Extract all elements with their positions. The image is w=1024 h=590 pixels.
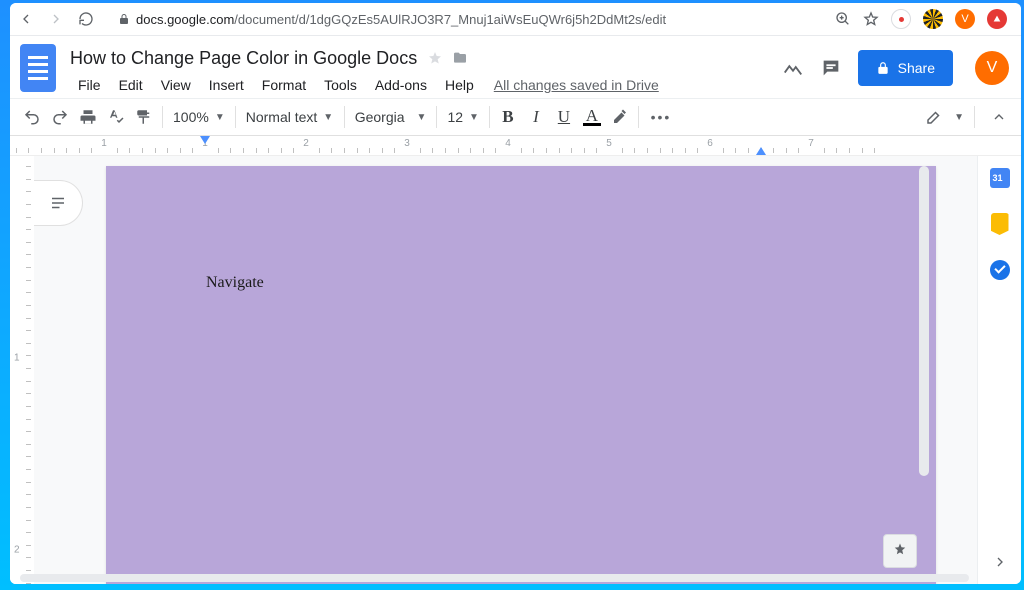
horizontal-scrollbar[interactable] <box>20 574 969 582</box>
italic-button[interactable]: I <box>522 103 550 131</box>
font-select[interactable]: Georgia▼ <box>349 103 433 131</box>
lock-icon <box>118 13 130 25</box>
menu-addons[interactable]: Add-ons <box>367 75 435 95</box>
comments-icon[interactable] <box>820 57 842 79</box>
underline-button[interactable]: U <box>550 103 578 131</box>
menu-help[interactable]: Help <box>437 75 482 95</box>
browser-toolbar: docs.google.com/document/d/1dgGQzEs5AUlR… <box>10 3 1021 36</box>
side-panel <box>977 156 1021 584</box>
address-bar[interactable]: docs.google.com/document/d/1dgGQzEs5AUlR… <box>108 12 827 27</box>
activity-icon[interactable] <box>782 57 804 79</box>
account-avatar[interactable]: V <box>975 51 1009 85</box>
zoom-select[interactable]: 100%▼ <box>167 103 231 131</box>
formatting-toolbar: 100%▼ Normal text▼ Georgia▼ 12▼ B I U A … <box>10 98 1021 136</box>
highlight-button[interactable] <box>606 103 634 131</box>
reload-button[interactable] <box>78 11 100 27</box>
print-button[interactable] <box>74 103 102 131</box>
docs-logo-icon[interactable] <box>20 44 56 92</box>
menu-format[interactable]: Format <box>254 75 314 95</box>
chevron-down-icon[interactable]: ▼ <box>954 112 964 123</box>
share-label: Share <box>898 60 935 76</box>
fontsize-select[interactable]: 12▼ <box>441 103 484 131</box>
chevron-right-icon[interactable] <box>992 554 1008 570</box>
horizontal-ruler[interactable]: 11234567 <box>10 136 1021 156</box>
lock-icon <box>876 61 890 75</box>
extension-icon-3[interactable] <box>987 9 1007 29</box>
calendar-icon[interactable] <box>988 166 1012 190</box>
outline-toggle[interactable] <box>34 180 83 226</box>
keep-icon[interactable] <box>988 212 1012 236</box>
docs-header: How to Change Page Color in Google Docs … <box>10 36 1021 98</box>
menu-tools[interactable]: Tools <box>316 75 365 95</box>
document-canvas: 12 Navigate <box>10 156 1021 584</box>
vertical-scrollbar[interactable] <box>919 166 929 476</box>
share-button[interactable]: Share <box>858 50 953 86</box>
extension-icon[interactable] <box>891 9 911 29</box>
collapse-toolbar-button[interactable] <box>985 103 1013 131</box>
more-button[interactable]: ••• <box>643 103 679 131</box>
chevron-down-icon: ▼ <box>469 112 479 123</box>
editing-mode-button[interactable] <box>920 103 948 131</box>
style-select[interactable]: Normal text▼ <box>240 103 340 131</box>
extension-icon-2[interactable] <box>923 9 943 29</box>
profile-chip[interactable]: V <box>955 9 975 29</box>
document-page[interactable]: Navigate <box>106 166 936 584</box>
tasks-icon[interactable] <box>988 258 1012 282</box>
chevron-down-icon: ▼ <box>215 112 225 123</box>
star-document-icon[interactable] <box>427 50 443 66</box>
browser-actions: V <box>835 9 1013 29</box>
paint-format-button[interactable] <box>130 103 158 131</box>
bold-button[interactable]: B <box>494 103 522 131</box>
menu-view[interactable]: View <box>153 75 199 95</box>
explore-button[interactable] <box>883 534 917 568</box>
menu-bar: File Edit View Insert Format Tools Add-o… <box>70 72 782 98</box>
spellcheck-button[interactable] <box>102 103 130 131</box>
menu-insert[interactable]: Insert <box>201 75 252 95</box>
vertical-ruler[interactable]: 12 <box>10 156 34 584</box>
back-button[interactable] <box>18 11 40 27</box>
forward-button[interactable] <box>48 11 70 27</box>
chevron-down-icon: ▼ <box>417 112 427 123</box>
redo-button[interactable] <box>46 103 74 131</box>
chevron-down-icon: ▼ <box>323 112 333 123</box>
star-icon[interactable] <box>863 11 879 27</box>
save-status[interactable]: All changes saved in Drive <box>494 77 659 93</box>
menu-file[interactable]: File <box>70 75 109 95</box>
url-text: docs.google.com/document/d/1dgGQzEs5AUlR… <box>136 12 666 27</box>
browser-window: docs.google.com/document/d/1dgGQzEs5AUlR… <box>10 3 1021 584</box>
text-color-button[interactable]: A <box>578 103 606 131</box>
page-text: Navigate <box>206 274 264 291</box>
document-title[interactable]: How to Change Page Color in Google Docs <box>70 48 417 69</box>
folder-icon[interactable] <box>451 50 469 66</box>
zoom-icon[interactable] <box>835 11 851 27</box>
menu-edit[interactable]: Edit <box>111 75 151 95</box>
undo-button[interactable] <box>18 103 46 131</box>
